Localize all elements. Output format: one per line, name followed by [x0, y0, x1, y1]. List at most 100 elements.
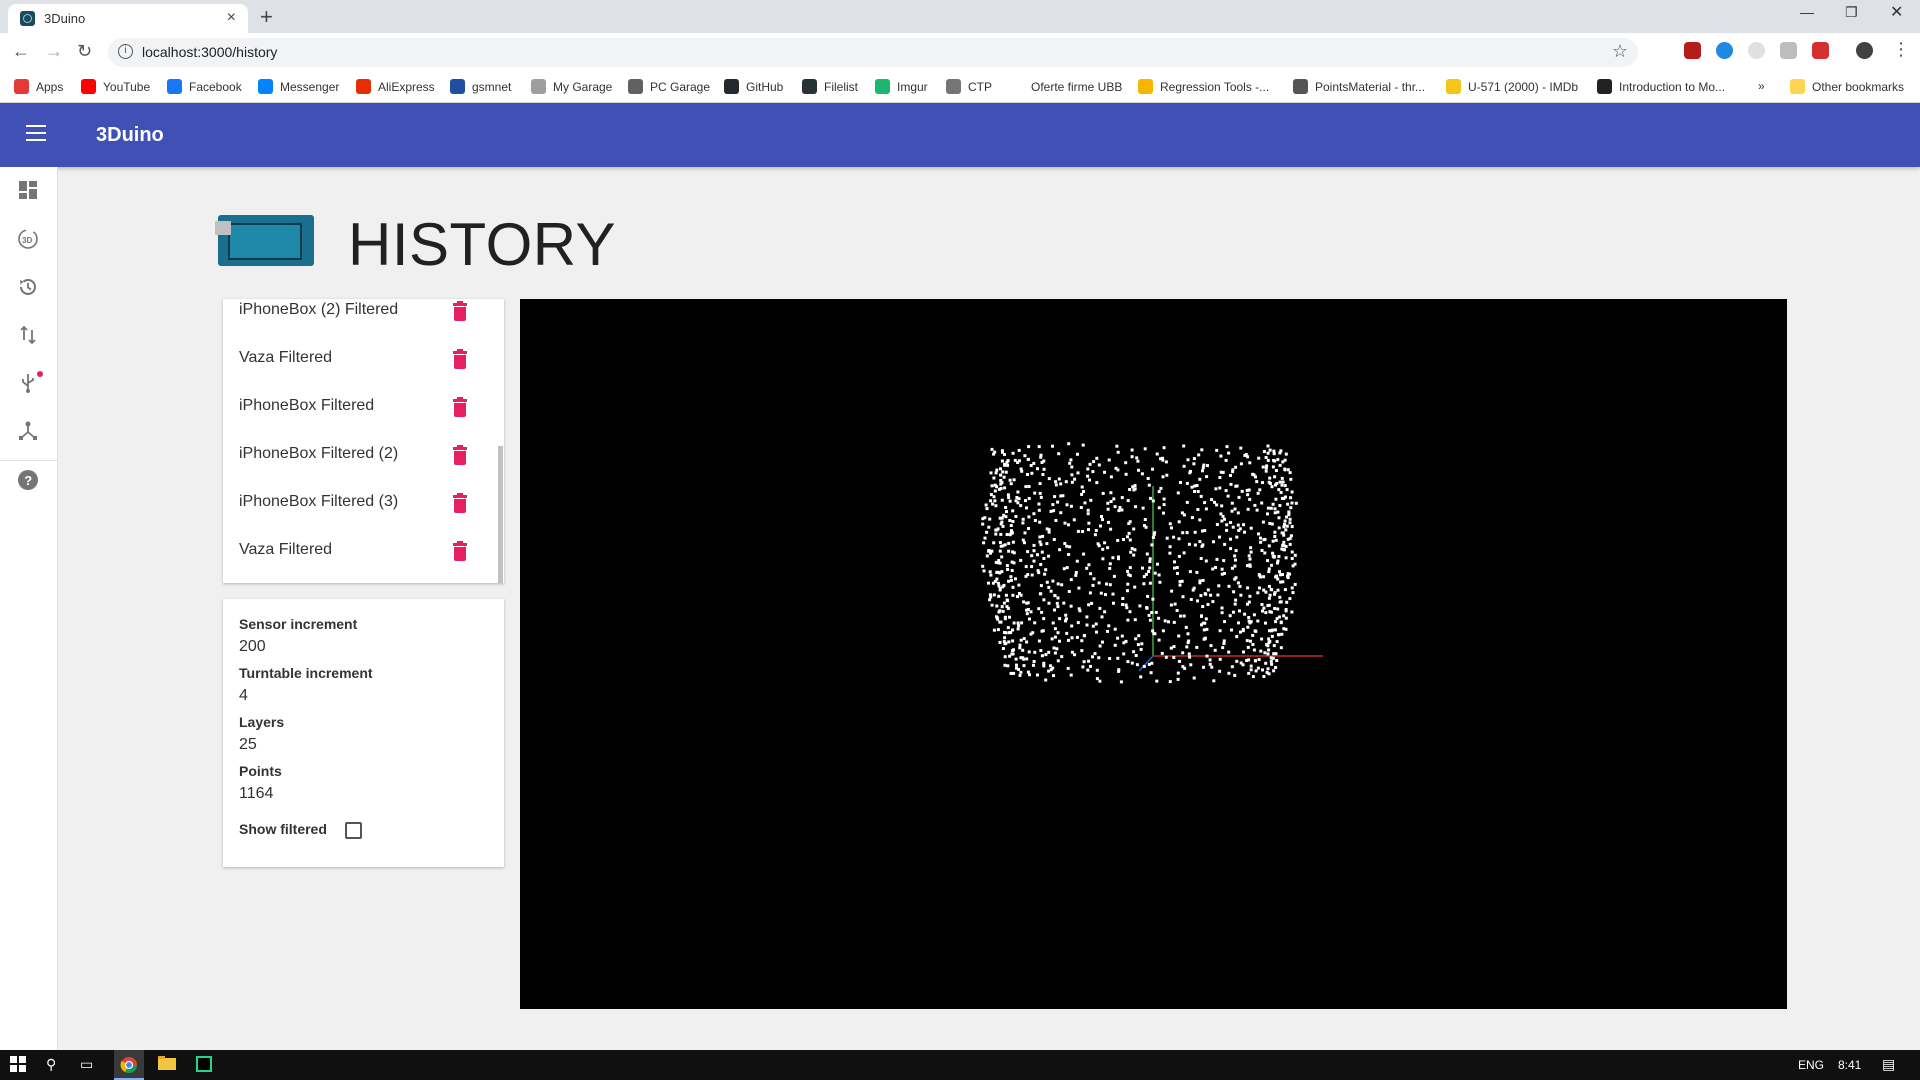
bookmark[interactable]: Oferte firme UBB	[1009, 79, 1122, 94]
delete-icon[interactable]	[453, 445, 467, 465]
delete-icon[interactable]	[453, 349, 467, 369]
point-cloud-point	[1134, 654, 1138, 657]
bookmark[interactable]: Imgur	[875, 79, 928, 94]
3d-rotation-icon[interactable]: 3D	[15, 228, 41, 254]
point-cloud-point	[1038, 491, 1042, 495]
history-list-item[interactable]: Vaza Filtered	[239, 349, 487, 397]
new-tab-icon[interactable]: +	[260, 4, 273, 30]
ublock-extension-icon[interactable]	[1684, 42, 1701, 59]
bookmark[interactable]: gsmnet	[450, 79, 511, 94]
windows-start-icon[interactable]	[10, 1056, 26, 1075]
point-cloud-point	[1086, 668, 1090, 672]
point-cloud-point	[1017, 497, 1021, 501]
back-icon[interactable]: ←	[12, 41, 30, 62]
webstorm-icon[interactable]	[196, 1056, 212, 1075]
bookmark[interactable]: YouTube	[81, 79, 150, 94]
dashboard-icon[interactable]	[15, 180, 41, 206]
history-list-item[interactable]: iPhoneBox (2) Filtered	[239, 301, 487, 349]
bookmark[interactable]: Facebook	[167, 79, 242, 94]
point-cloud-point	[1113, 643, 1117, 647]
extension-icon[interactable]	[1716, 42, 1733, 59]
forward-icon[interactable]: →	[45, 41, 63, 62]
bookmark[interactable]: Other bookmarks	[1790, 79, 1904, 94]
point-cloud-point	[1276, 510, 1280, 514]
restore-icon[interactable]: ❐	[1845, 4, 1858, 21]
bookmark[interactable]: GitHub	[724, 79, 783, 94]
file-explorer-icon[interactable]	[158, 1056, 176, 1073]
bookmark[interactable]: Apps	[14, 79, 63, 94]
usb-icon[interactable]	[15, 371, 43, 398]
point-cloud-point	[1198, 477, 1202, 481]
address-bar[interactable]: i localhost:3000/history ☆	[108, 38, 1638, 67]
point-cloud-point	[1279, 573, 1282, 577]
language-indicator[interactable]: ENG	[1798, 1058, 1824, 1072]
point-cloud-point	[1106, 629, 1109, 633]
layers-value: 25	[239, 736, 257, 753]
point-cloud-point	[1239, 462, 1243, 466]
history-list-item[interactable]: iPhoneBox Filtered (3)	[239, 493, 487, 541]
info-icon[interactable]: i	[118, 44, 133, 59]
close-window-icon[interactable]: ✕	[1890, 2, 1903, 22]
history-icon[interactable]	[15, 276, 41, 302]
import-export-icon[interactable]	[15, 324, 41, 350]
point-cloud-point	[1195, 570, 1199, 574]
reload-icon[interactable]: ↻	[77, 41, 92, 62]
notifications-icon[interactable]: ▤	[1882, 1056, 1895, 1073]
point-cloud-point	[1017, 624, 1021, 628]
extension-icon[interactable]	[1780, 42, 1797, 59]
bookmark[interactable]: Messenger	[258, 79, 339, 94]
bookmark[interactable]: PointsMaterial - thr...	[1293, 79, 1425, 94]
delete-icon[interactable]	[453, 493, 467, 513]
point-cloud-point	[1053, 627, 1057, 631]
bookmark[interactable]: Introduction to Mo...	[1597, 79, 1725, 94]
device-hub-icon[interactable]	[15, 420, 41, 446]
point-cloud-point	[1169, 646, 1173, 650]
history-list-item[interactable]: Vaza Filtered	[239, 541, 487, 583]
show-filtered-checkbox[interactable]	[345, 822, 362, 839]
browser-tab[interactable]: 3Duino ×	[8, 4, 248, 33]
point-cloud-point	[985, 530, 989, 534]
help-icon[interactable]: ?	[15, 469, 41, 495]
point-cloud-point	[1290, 557, 1294, 560]
delete-icon[interactable]	[453, 541, 467, 561]
history-list-item[interactable]: iPhoneBox Filtered	[239, 397, 487, 445]
bookmark[interactable]: CTP	[946, 79, 992, 94]
point-cloud-point	[1229, 521, 1233, 524]
extension-icon[interactable]	[1748, 42, 1765, 59]
minimize-icon[interactable]: —	[1800, 4, 1814, 20]
bookmark[interactable]: My Garage	[531, 79, 612, 94]
clock[interactable]: 8:41	[1838, 1058, 1861, 1072]
profile-avatar[interactable]	[1856, 42, 1873, 59]
delete-icon[interactable]	[453, 301, 467, 321]
history-item-label: iPhoneBox Filtered	[239, 397, 375, 414]
history-scrollbar[interactable]	[498, 446, 503, 583]
task-view-icon[interactable]: ▭	[80, 1056, 93, 1073]
bookmark-label: PointsMaterial - thr...	[1315, 79, 1426, 94]
point-cloud-canvas[interactable]	[520, 299, 1787, 1009]
search-icon[interactable]: ⚲	[46, 1056, 56, 1073]
bookmark[interactable]: PC Garage	[628, 79, 710, 94]
bookmark[interactable]: Filelist	[802, 79, 858, 94]
more-menu-icon[interactable]: ⋮	[1892, 39, 1910, 60]
extension-icon[interactable]	[1812, 42, 1829, 59]
history-list-item[interactable]: iPhoneBox Filtered (2)	[239, 445, 487, 493]
bookmark[interactable]: U-571 (2000) - IMDb	[1446, 79, 1578, 94]
point-cloud-point	[1274, 497, 1278, 501]
point-cloud-point	[1266, 644, 1270, 648]
chrome-taskbar-button[interactable]	[114, 1050, 144, 1080]
point-cloud-viewer[interactable]	[520, 299, 1787, 1009]
menu-icon[interactable]	[26, 125, 46, 143]
point-cloud-point	[1099, 591, 1103, 595]
point-cloud-point	[993, 499, 997, 503]
tab-close-icon[interactable]: ×	[227, 9, 236, 27]
bookmark-label: Oferte firme UBB	[1031, 79, 1123, 94]
bookmarks-overflow-button[interactable]: »	[1758, 79, 1765, 93]
nav-divider	[0, 460, 58, 461]
point-cloud-point	[1192, 462, 1196, 466]
bookmark-star-icon[interactable]: ☆	[1612, 41, 1628, 62]
delete-icon[interactable]	[453, 397, 467, 417]
bookmark[interactable]: Regression Tools -...	[1138, 79, 1269, 94]
bookmark[interactable]: AliExpress	[356, 79, 435, 94]
point-cloud-point	[1128, 574, 1132, 578]
point-cloud-point	[1248, 564, 1252, 568]
